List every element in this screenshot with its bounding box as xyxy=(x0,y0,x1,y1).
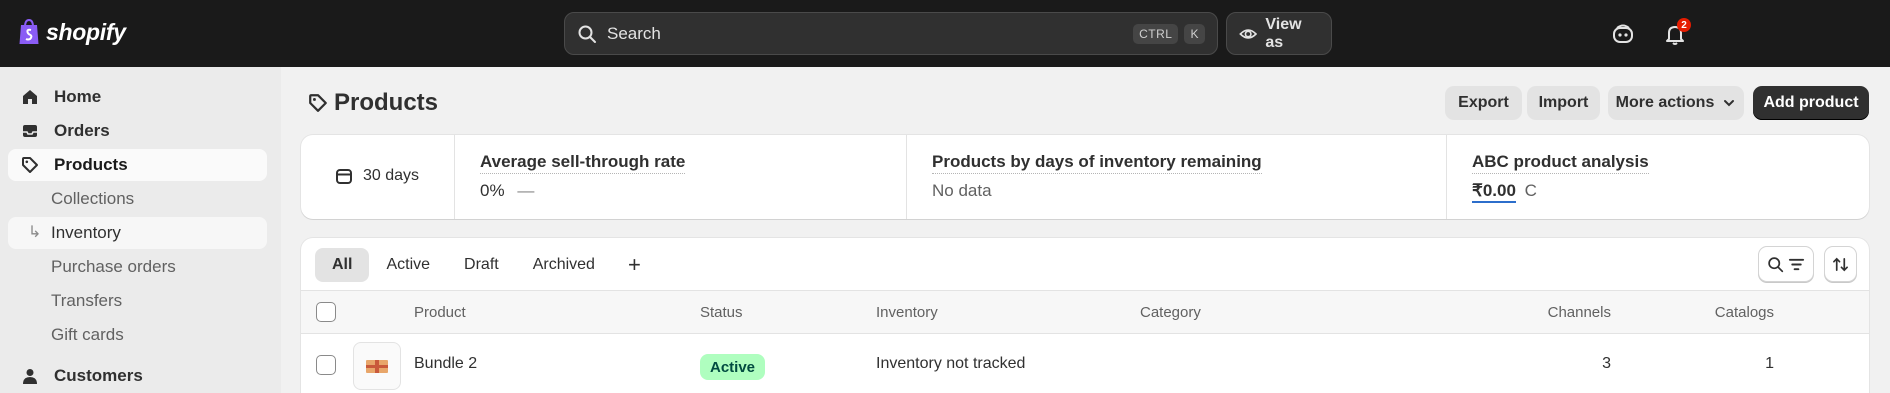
page-header: Products xyxy=(308,89,438,117)
shopify-logo[interactable]: shopify xyxy=(18,18,126,46)
sidebar-item-inventory[interactable]: ↳ Inventory xyxy=(8,217,267,249)
column-header-status[interactable]: Status xyxy=(700,304,743,321)
analytics-card: 30 days Average sell-through rate 0% — P… xyxy=(301,135,1869,219)
filter-tabs: All Active Draft Archived + xyxy=(315,248,651,282)
add-product-button[interactable]: Add product xyxy=(1753,86,1869,120)
sidebar-item-collections[interactable]: Collections xyxy=(8,183,267,215)
sidebar-item-label: Purchase orders xyxy=(51,257,176,276)
table-header: Product Status Inventory Category Channe… xyxy=(301,290,1869,334)
column-header-product[interactable]: Product xyxy=(414,304,466,321)
days-inventory-metric[interactable]: Products by days of inventory remaining … xyxy=(906,135,1447,219)
sort-button[interactable] xyxy=(1824,246,1857,282)
table-row[interactable]: Bundle 2 Active Inventory not tracked 3 … xyxy=(301,334,1869,393)
sidebar-item-label: Gift cards xyxy=(51,325,124,344)
more-actions-button[interactable]: More actions xyxy=(1608,86,1744,120)
gift-box-icon xyxy=(366,360,388,373)
products-table-card: All Active Draft Archived + Product Stat… xyxy=(301,238,1869,393)
view-as-button[interactable]: View as xyxy=(1226,12,1332,55)
sidebar-item-label: Home xyxy=(54,87,102,106)
sidebar: Home Orders Products Collections ↳ Inven… xyxy=(0,67,281,393)
tag-icon xyxy=(22,157,38,173)
export-button[interactable]: Export xyxy=(1445,86,1522,120)
tag-icon xyxy=(309,94,327,112)
trend-dash: — xyxy=(517,181,535,200)
metric-value: No data xyxy=(932,181,992,200)
product-thumbnail xyxy=(353,342,401,390)
view-as-label: View as xyxy=(1265,15,1302,51)
date-range-label: 30 days xyxy=(363,167,420,184)
column-header-inventory[interactable]: Inventory xyxy=(876,304,938,321)
select-all-checkbox[interactable] xyxy=(316,302,336,322)
more-actions-label: More actions xyxy=(1615,94,1715,111)
inbox-icon xyxy=(23,125,37,137)
column-header-category[interactable]: Category xyxy=(1140,304,1201,321)
sidekick-icon[interactable] xyxy=(1611,22,1635,46)
metric-title: ABC product analysis xyxy=(1472,152,1649,174)
sell-through-value: 0% xyxy=(480,181,505,200)
search-placeholder: Search xyxy=(607,23,661,43)
metric-title: Average sell-through rate xyxy=(480,152,686,174)
logo-text: shopify xyxy=(46,18,126,45)
import-button[interactable]: Import xyxy=(1527,86,1600,120)
sidebar-item-home[interactable]: Home xyxy=(8,81,267,113)
filter-icon xyxy=(1788,258,1805,270)
sidebar-item-label: Transfers xyxy=(51,291,123,310)
eye-icon xyxy=(1239,28,1258,39)
date-range-picker[interactable]: 30 days xyxy=(335,167,419,185)
metric-value: 0% — xyxy=(480,181,534,201)
search-bar[interactable]: Search CTRL K xyxy=(564,12,1218,55)
chevron-down-icon xyxy=(1724,100,1735,107)
sell-through-metric[interactable]: Average sell-through rate 0% — xyxy=(454,135,907,219)
row-checkbox[interactable] xyxy=(316,355,336,375)
product-name[interactable]: Bundle 2 xyxy=(414,355,477,373)
sidebar-item-products[interactable]: Products xyxy=(8,149,267,181)
add-view-button[interactable]: + xyxy=(618,252,651,278)
calendar-icon xyxy=(336,169,352,184)
column-header-catalogs[interactable]: Catalogs xyxy=(1715,304,1774,321)
sidebar-item-orders[interactable]: Orders xyxy=(8,115,267,147)
sidebar-item-label: Inventory xyxy=(51,223,121,242)
notification-badge: 2 xyxy=(1677,18,1691,32)
sidebar-item-customers[interactable]: Customers xyxy=(8,360,267,392)
sidebar-item-label: Orders xyxy=(54,121,110,140)
top-bar: shopify Search CTRL K View as 2 xyxy=(0,0,1890,67)
sidebar-item-label: Products xyxy=(54,155,128,174)
search-filter-button[interactable] xyxy=(1758,246,1814,282)
page-title: Products xyxy=(334,89,439,116)
search-icon xyxy=(578,25,596,43)
shortcut-key-k: K xyxy=(1184,23,1205,44)
shopping-bag-icon xyxy=(19,18,39,44)
shortcut-key-ctrl: CTRL xyxy=(1133,23,1179,44)
sidebar-item-gift-cards[interactable]: Gift cards xyxy=(8,319,267,351)
channels-value: 3 xyxy=(1602,355,1611,372)
column-header-channels[interactable]: Channels xyxy=(1548,304,1611,321)
abc-analysis-metric[interactable]: ABC product analysis ₹0.00 C xyxy=(1446,135,1869,219)
sidebar-item-purchase-orders[interactable]: Purchase orders xyxy=(8,251,267,283)
inventory-value: Inventory not tracked xyxy=(876,355,1026,372)
tab-active[interactable]: Active xyxy=(369,248,447,282)
sub-item-arrow-icon: ↳ xyxy=(28,224,42,241)
tab-all[interactable]: All xyxy=(315,248,370,282)
tab-archived[interactable]: Archived xyxy=(516,248,612,282)
search-icon xyxy=(1768,256,1784,272)
person-icon xyxy=(23,369,37,384)
sidebar-item-label: Customers xyxy=(54,366,143,385)
sort-icon xyxy=(1833,257,1848,271)
tab-draft[interactable]: Draft xyxy=(447,248,516,282)
catalogs-value: 1 xyxy=(1765,355,1774,372)
metric-title: Products by days of inventory remaining xyxy=(932,152,1262,174)
metric-value: ₹0.00 C xyxy=(1472,181,1537,203)
status-badge: Active xyxy=(700,354,766,380)
home-icon xyxy=(23,90,37,104)
sidebar-item-label: Collections xyxy=(51,189,135,208)
abc-value: ₹0.00 xyxy=(1472,181,1516,203)
sidebar-item-transfers[interactable]: Transfers xyxy=(8,285,267,317)
abc-grade: C xyxy=(1524,181,1537,200)
